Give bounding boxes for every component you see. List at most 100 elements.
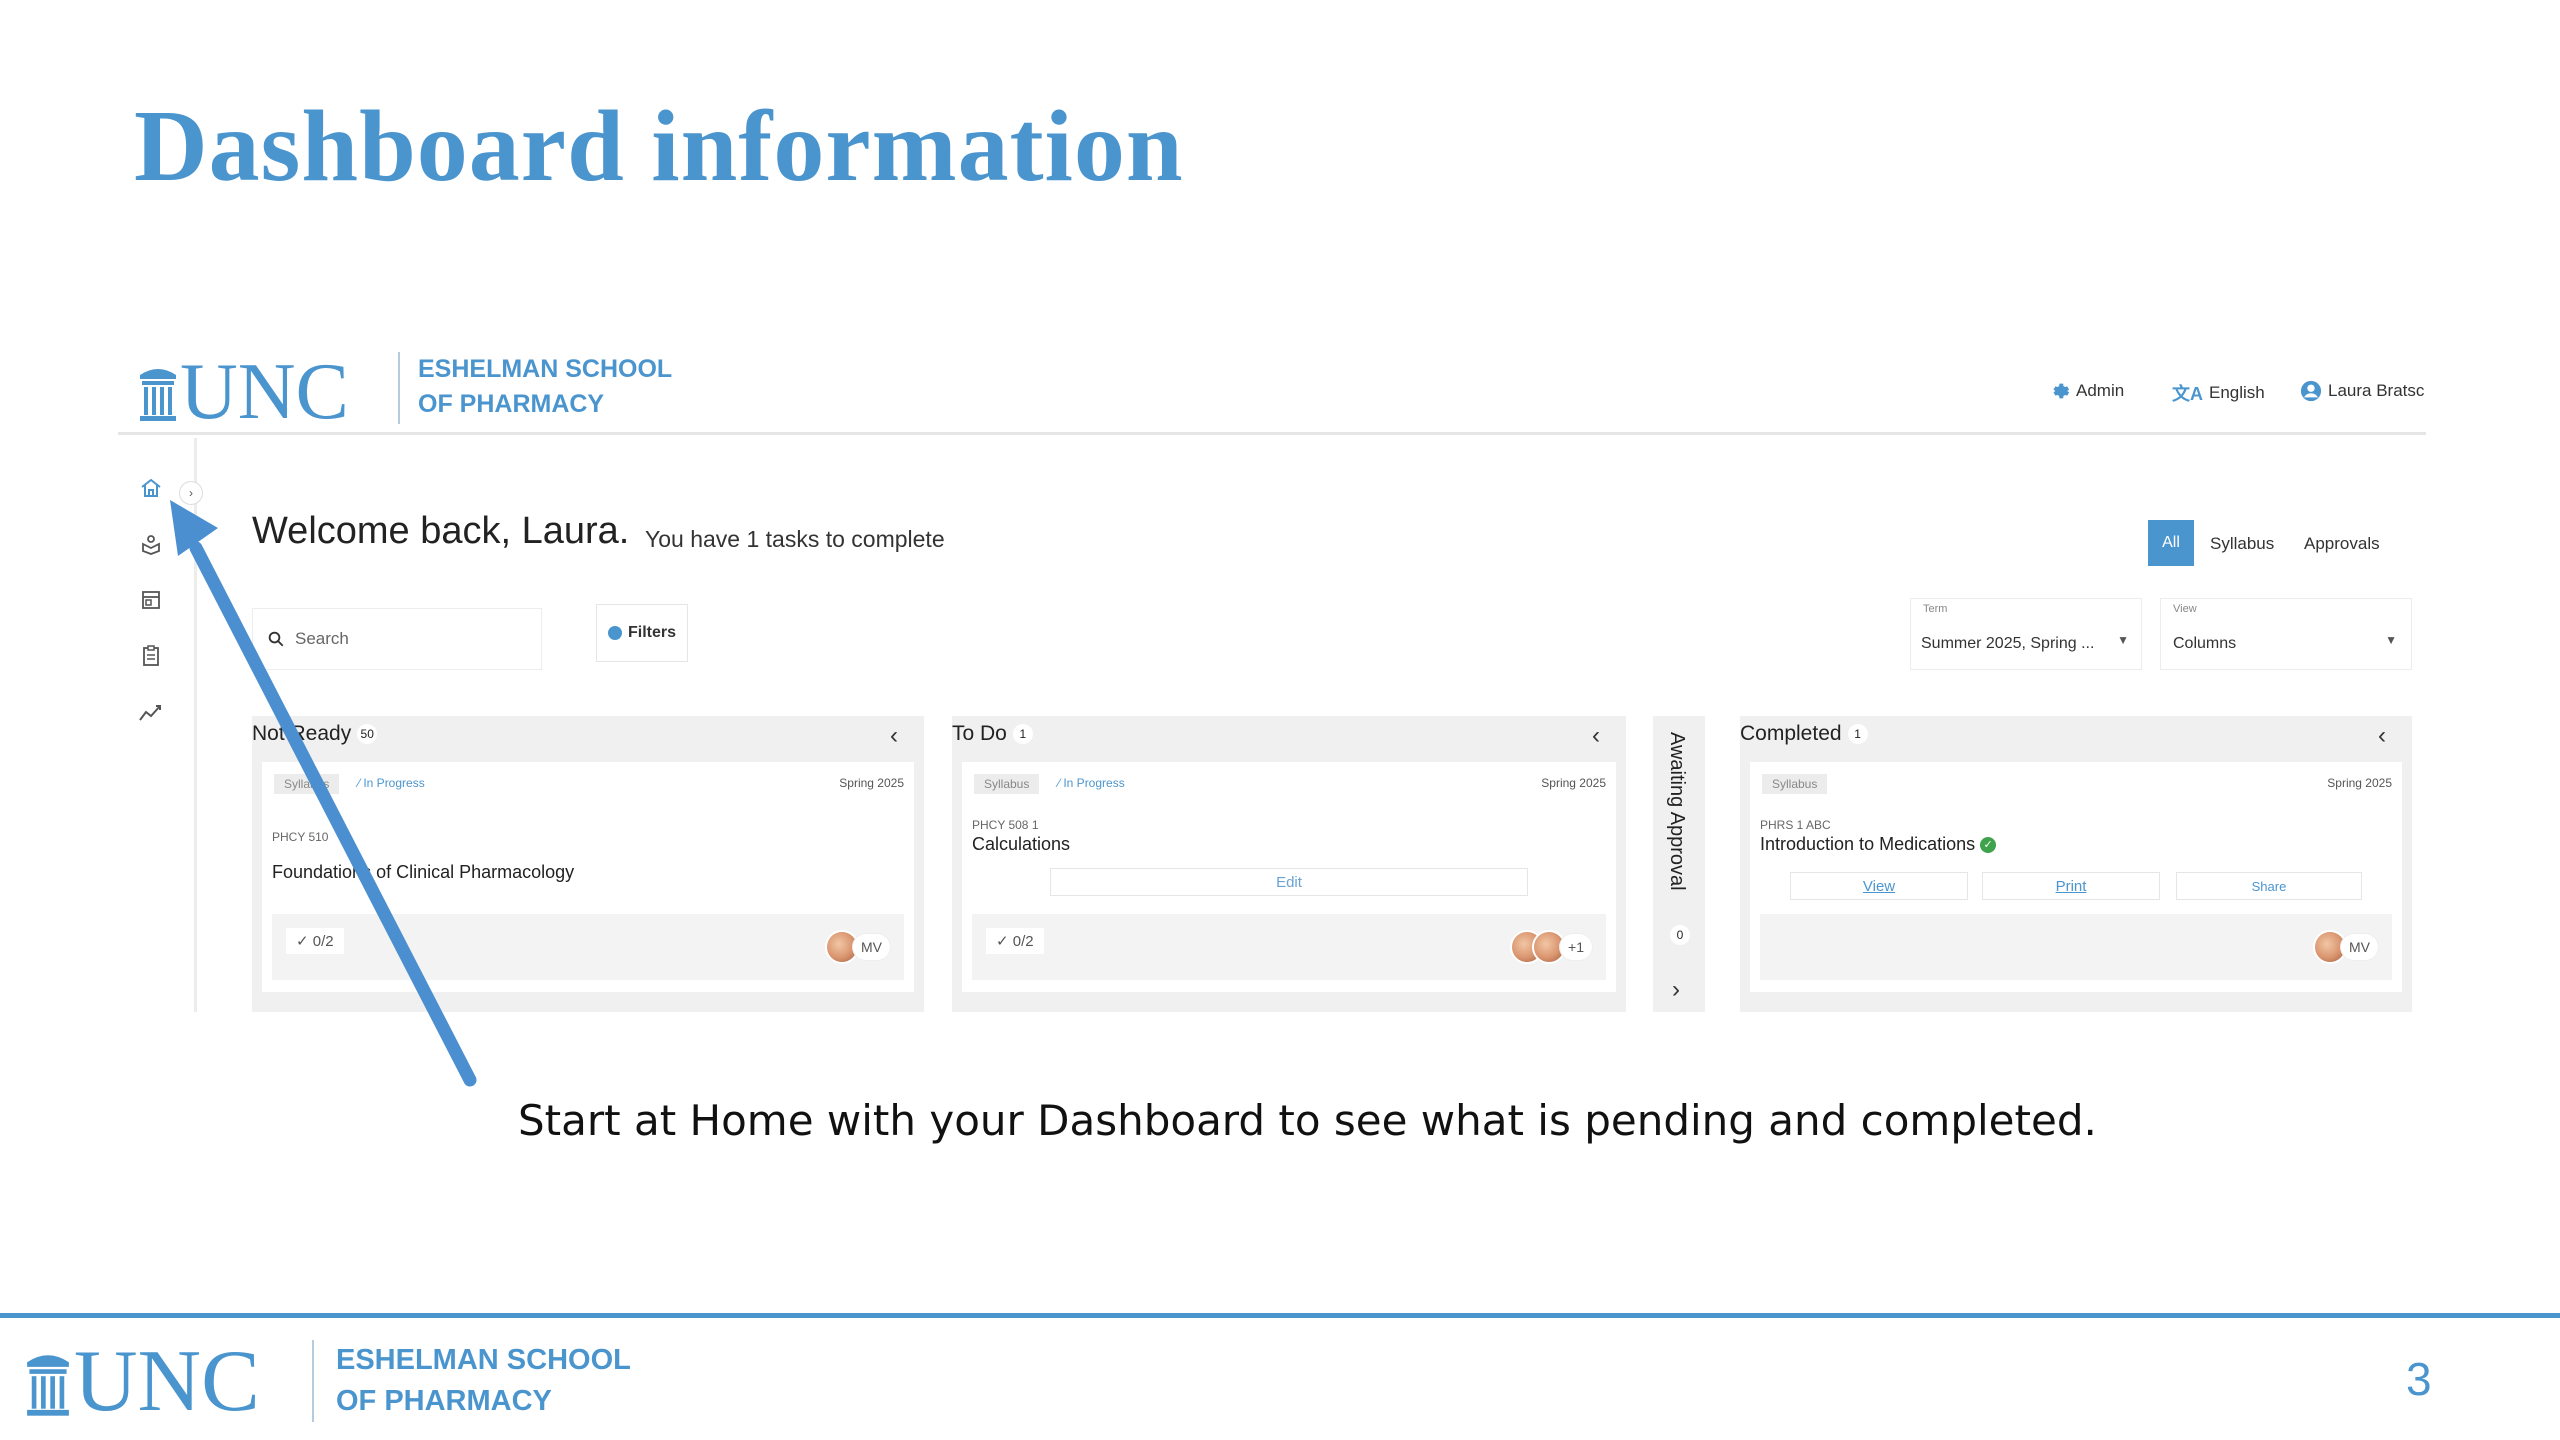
calendar-icon[interactable]	[137, 586, 165, 614]
checklist-count: 0/2	[312, 933, 334, 950]
page-number: 3	[2406, 1353, 2432, 1405]
term-value: Summer 2025, Spring ...	[1921, 635, 2095, 652]
term-select[interactable]: Term Summer 2025, Spring ... ▼	[1910, 598, 2142, 670]
chevron-down-icon: ▼	[2117, 633, 2129, 647]
user-label: Laura Bratsc	[2328, 381, 2425, 400]
syllabus-tag: Syllabus	[974, 774, 1040, 794]
collapse-column-button[interactable]: ‹	[1592, 722, 1600, 750]
clipboard-icon[interactable]	[137, 642, 165, 670]
home-icon[interactable]	[137, 474, 165, 502]
tab-syllabus[interactable]: Syllabus	[2210, 534, 2274, 554]
course-code: PHCY 510	[272, 830, 329, 844]
checklist-chip: ✓ 0/2	[286, 928, 344, 954]
search-icon	[267, 630, 285, 648]
expand-column-button[interactable]: ›	[1672, 976, 1680, 1004]
tab-all[interactable]: All	[2148, 520, 2194, 566]
checklist-chip: ✓ 0/2	[986, 928, 1044, 954]
search-placeholder: Search	[295, 629, 349, 648]
card-footer: ✓ 0/2 +1	[972, 914, 1606, 980]
translate-icon: 文A	[2172, 384, 2203, 404]
old-well-icon	[24, 1346, 72, 1418]
task-card[interactable]: Syllabus Spring 2025 PHRS 1 ABC Introduc…	[1750, 762, 2402, 992]
school-line-2: OF PHARMACY	[418, 390, 605, 418]
school-line-1: ESHELMAN SCHOOL	[418, 355, 673, 383]
column-title-text: To Do	[952, 722, 1007, 745]
course-title: Foundations of Clinical Pharmacology	[272, 862, 575, 882]
old-well-icon	[138, 361, 178, 423]
language-selector[interactable]: 文A English	[2172, 380, 2265, 406]
view-button[interactable]: View	[1790, 872, 1968, 900]
view-label: View	[2173, 603, 2197, 615]
footer-rule	[0, 1313, 2560, 1318]
print-button[interactable]: Print	[1982, 872, 2160, 900]
app-logo[interactable]: UNC	[138, 352, 349, 432]
column-count: 0	[1670, 925, 1690, 945]
app-header-divider	[118, 432, 2426, 435]
term-label: Spring 2025	[1541, 776, 1606, 790]
share-button[interactable]: Share	[2176, 872, 2362, 900]
box-icon[interactable]	[137, 530, 165, 558]
card-footer: ✓ 0/2 MV	[272, 914, 904, 980]
slide-caption: Start at Home with your Dashboard to see…	[518, 1096, 2097, 1145]
column-title: Completed 1	[1740, 722, 1868, 746]
collapse-column-button[interactable]: ‹	[2378, 722, 2386, 750]
school-name: ESHELMAN SCHOOL OF PHARMACY	[418, 352, 672, 422]
filters-button[interactable]: Filters	[596, 604, 688, 662]
column-title: To Do 1	[952, 722, 1033, 746]
gear-icon	[2048, 380, 2070, 402]
syllabus-tag: Syllabus	[1762, 774, 1828, 794]
avatar-more-count: +1	[1560, 934, 1592, 960]
welcome-heading: Welcome back, Laura.	[252, 510, 630, 552]
school-name: ESHELMAN SCHOOL OF PHARMACY	[336, 1340, 631, 1421]
chevron-down-icon: ▼	[2385, 633, 2397, 647]
unc-wordmark: UNC	[180, 348, 349, 436]
avatar-initials: MV	[2341, 934, 2378, 960]
assignee-avatars[interactable]: MV	[825, 930, 890, 964]
analytics-icon[interactable]	[137, 698, 165, 726]
expand-sidebar-button[interactable]: ›	[180, 482, 202, 504]
checklist-count: 0/2	[1012, 933, 1034, 950]
filter-dot-icon	[607, 626, 622, 640]
slide-title: Dashboard information	[134, 90, 1184, 203]
admin-link[interactable]: Admin	[2048, 380, 2124, 402]
view-value: Columns	[2173, 635, 2237, 652]
search-input[interactable]: Search	[252, 608, 542, 670]
term-label: Term	[1923, 603, 1948, 615]
column-title-text: Not Ready	[252, 722, 352, 745]
column-count: 50	[357, 724, 378, 745]
card-footer: MV	[1760, 914, 2392, 980]
logo-divider	[398, 352, 400, 424]
course-title: Calculations	[972, 834, 1071, 854]
status-label: ⁄ In Progress	[1058, 776, 1125, 790]
admin-label: Admin	[2076, 381, 2125, 400]
footer-logo: UNC	[24, 1338, 260, 1426]
user-icon	[2300, 380, 2322, 402]
column-title-text: Awaiting Approval	[1666, 732, 1688, 891]
term-label: Spring 2025	[839, 776, 904, 790]
avatar-initials: MV	[853, 934, 890, 960]
column-count: 1	[1012, 724, 1033, 745]
assignee-avatars[interactable]: MV	[2313, 930, 2378, 964]
task-card[interactable]: Syllabus ⁄ In Progress Spring 2025 PHCY …	[262, 762, 914, 992]
course-code: PHRS 1 ABC	[1760, 818, 1831, 832]
syllabus-tag: Syllabus	[274, 774, 340, 794]
view-select[interactable]: View Columns ▼	[2160, 598, 2412, 670]
course-title-wrap: Introduction to Medications ✓	[1760, 834, 1997, 855]
collapse-column-button[interactable]: ‹	[890, 722, 898, 750]
school-line-1: ESHELMAN SCHOOL	[336, 1344, 631, 1376]
task-card[interactable]: Syllabus ⁄ In Progress Spring 2025 PHCY …	[962, 762, 1616, 992]
filters-label: Filters	[627, 624, 676, 641]
unc-wordmark: UNC	[74, 1333, 260, 1430]
assignee-avatars[interactable]: +1	[1510, 930, 1592, 964]
logo-divider	[312, 1340, 314, 1422]
term-label: Spring 2025	[2327, 776, 2392, 790]
tasks-note: You have 1 tasks to complete	[645, 526, 945, 552]
course-title: Introduction to Medications	[1760, 834, 1976, 854]
tab-approvals[interactable]: Approvals	[2304, 534, 2380, 554]
course-code: PHCY 508 1	[972, 818, 1039, 832]
status-text: In Progress	[1063, 776, 1125, 790]
status-text: In Progress	[363, 776, 425, 790]
edit-button[interactable]: Edit	[1050, 868, 1528, 896]
user-menu[interactable]: Laura Bratsc	[2300, 380, 2426, 402]
column-title-text: Completed	[1740, 722, 1842, 745]
